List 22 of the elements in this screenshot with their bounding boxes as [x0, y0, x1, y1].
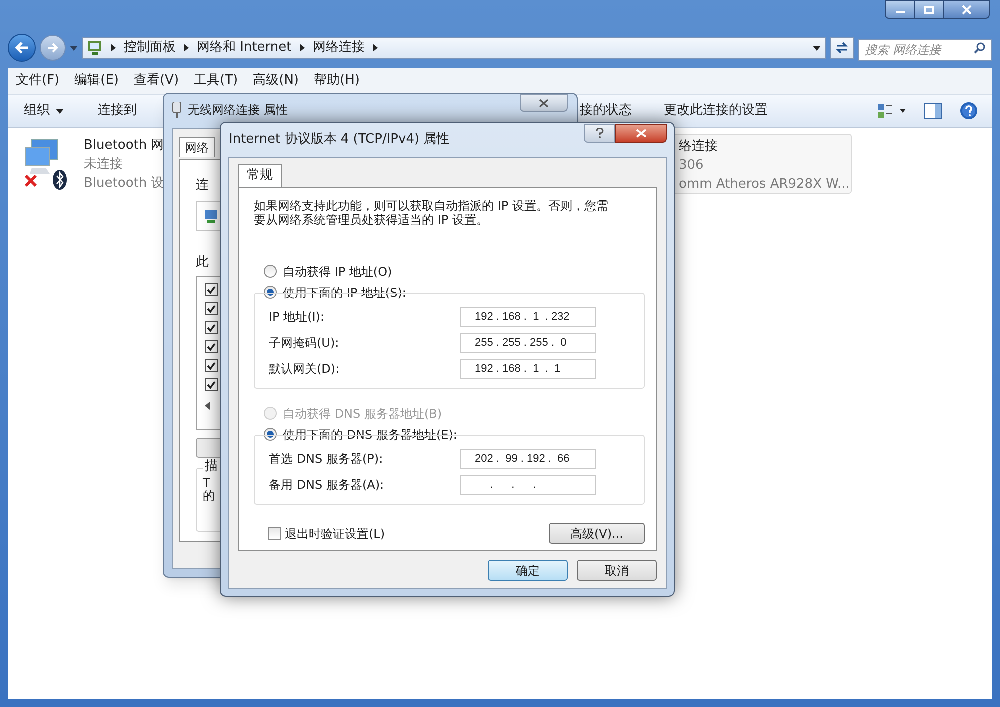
window-title: 无线网络连接 属性 — [188, 102, 288, 119]
field-label: 备用 DNS 服务器(A): — [269, 477, 386, 494]
connection-name: 络连接 — [679, 138, 719, 156]
window-title: Internet 协议版本 4 (TCP/IPv4) 属性 — [229, 131, 450, 150]
section-label: 此 — [196, 254, 209, 272]
connection-status: 306 — [679, 157, 705, 175]
description-text: T — [203, 477, 210, 490]
connection-device: Bluetooth 设 — [84, 175, 164, 193]
section-label: 连 — [196, 177, 209, 195]
radio-label: 自动获得 DNS 服务器地址(B) — [283, 406, 442, 422]
radio-label: 自动获得 IP 地址(O) — [283, 264, 392, 280]
connection-name: Bluetooth 网 — [84, 137, 164, 155]
group-title: 描 — [203, 460, 220, 473]
connection-status: 未连接 — [84, 156, 124, 174]
intro-text: 如果网络支持此功能，则可以获取自动指派的 IP 设置。否则，您需要从网络系统管理员处获得适当的 IP 设置。 — [254, 199, 610, 227]
field-label: 默认网关(D): — [269, 361, 341, 378]
field-label: IP 地址(I): — [269, 309, 326, 326]
checkbox-label: 退出时验证设置(L) — [285, 526, 386, 542]
field-label: 首选 DNS 服务器(P): — [269, 451, 384, 468]
connection-device: omm Atheros AR928X W... — [679, 176, 850, 194]
field-label: 子网掩码(U): — [269, 335, 340, 352]
description-text: 的 — [203, 490, 215, 503]
